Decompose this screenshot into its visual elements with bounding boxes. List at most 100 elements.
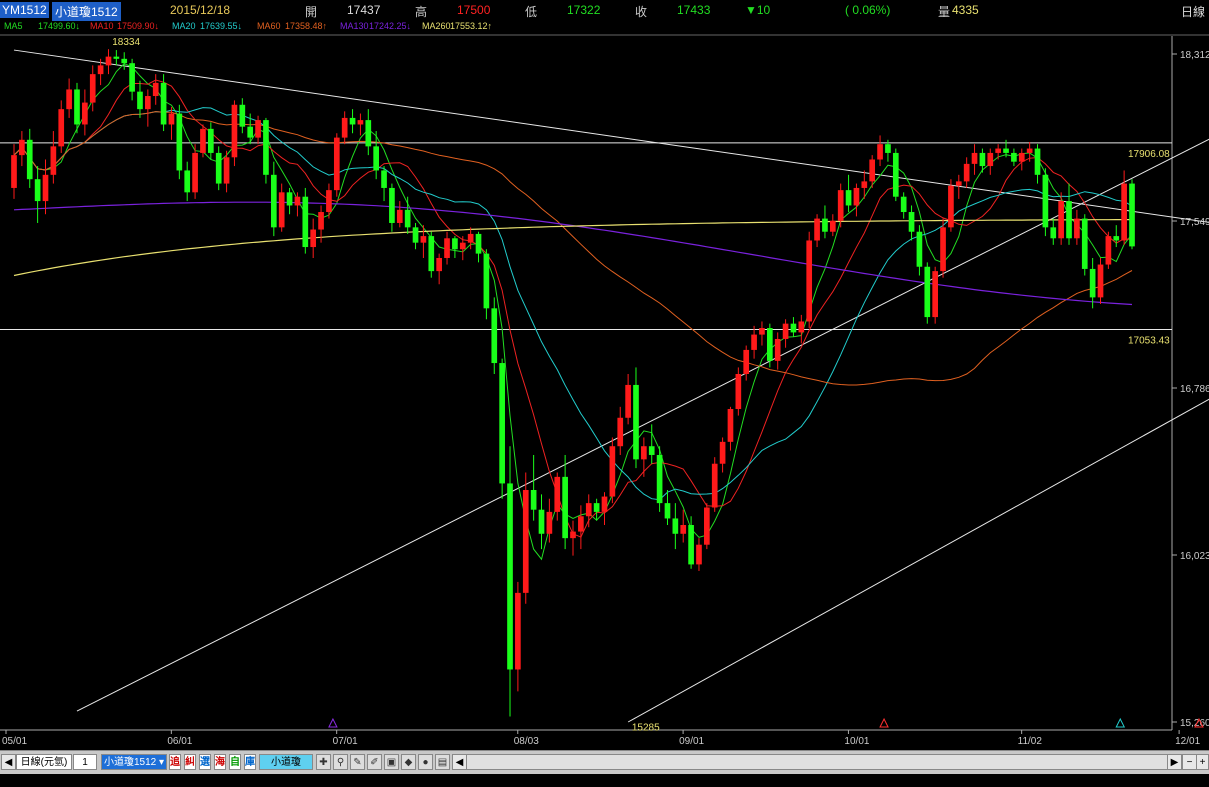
symbol-select-value: 小道瓊1512	[103, 757, 157, 768]
candle-body	[885, 144, 891, 153]
candle-body	[121, 58, 128, 64]
zoom-out-icon[interactable]: −	[1182, 754, 1197, 770]
candle-body	[688, 525, 694, 565]
symbol-tab[interactable]: 小道瓊1512	[259, 754, 313, 784]
scroll-left-icon[interactable]: ◀	[452, 754, 467, 770]
candle-body	[522, 489, 529, 593]
scroll-left-icon[interactable]: ◀	[1, 754, 16, 770]
candle-body	[562, 476, 568, 539]
droplet-icon[interactable]: ●	[418, 754, 433, 770]
period-select[interactable]: 日線(元氫) ▾	[16, 754, 72, 784]
price-annotation: 17053.43	[1128, 335, 1170, 346]
candle-body	[255, 120, 261, 138]
candle-body	[711, 463, 718, 508]
x-tick-label: 10/01	[844, 736, 869, 747]
candle-body	[389, 187, 395, 223]
tab-zhui[interactable]: 追	[169, 754, 181, 770]
scroll-track[interactable]	[452, 754, 1182, 770]
signal-marker-icon	[1115, 717, 1126, 728]
candle-body	[168, 113, 175, 125]
candle-body	[908, 212, 915, 232]
ma60-label: MA60	[257, 21, 281, 31]
candle-body	[1003, 148, 1009, 153]
candle-body	[790, 323, 797, 333]
candle-body	[837, 190, 844, 221]
candle-body	[924, 266, 931, 318]
candle-body	[436, 257, 442, 272]
price-annotation: 18334	[112, 37, 140, 48]
tab-zi[interactable]: 自	[229, 754, 241, 770]
candle-body	[152, 82, 159, 97]
symbol-select[interactable]: 小道瓊1512 ▾	[101, 754, 167, 770]
tab-hai[interactable]: 海	[214, 754, 226, 770]
diamond-icon[interactable]: ◆	[401, 754, 416, 770]
symbol-name[interactable]: 小道瓊1512	[52, 2, 121, 21]
candle-body	[160, 82, 167, 125]
candle-body	[341, 117, 348, 138]
count-stepper[interactable]: 1	[73, 754, 97, 770]
candle-body	[318, 212, 324, 230]
zoom-in-icon[interactable]: +	[1196, 754, 1209, 770]
price-annotation: 15285	[632, 723, 660, 734]
pencil-icon[interactable]: ✐	[367, 754, 382, 770]
candle-body	[916, 231, 923, 267]
tab-jiu[interactable]: 糾	[184, 754, 196, 770]
open-label: 開	[305, 5, 318, 19]
candle-body	[113, 56, 120, 59]
candle-body	[1011, 152, 1017, 162]
candle-body	[979, 152, 986, 167]
candle-body	[176, 113, 183, 171]
y-tick-label: 16,023	[1180, 551, 1209, 562]
candle-body	[58, 109, 65, 147]
candle-body	[995, 148, 1001, 153]
candle-body	[1129, 183, 1135, 247]
candle-body	[97, 65, 104, 75]
candle-body	[278, 192, 285, 228]
printer-icon[interactable]: ▤	[435, 754, 450, 770]
candle-body	[192, 152, 198, 193]
candle-body	[971, 152, 978, 164]
low-label: 低	[525, 5, 538, 19]
candle-body	[239, 104, 246, 127]
candle-body	[145, 96, 151, 110]
candle-body	[231, 104, 238, 158]
candle-body	[349, 117, 356, 125]
pencil-icon[interactable]: ✎	[350, 754, 365, 770]
ma5-label: MA5	[4, 21, 23, 31]
candle-body	[105, 56, 112, 66]
ma130-label: MA130	[340, 21, 369, 31]
x-tick-label: 05/01	[2, 736, 27, 747]
candle-body	[420, 236, 427, 243]
close-label: 收	[635, 5, 648, 19]
candle-body	[759, 328, 765, 335]
ma260-label: MA260	[422, 21, 451, 31]
candle-body	[735, 373, 742, 410]
candle-body	[1050, 227, 1057, 239]
ma20-label: MA20	[172, 21, 196, 31]
zoom-icon[interactable]: ⚲	[333, 754, 348, 770]
change-percent: ( 0.06%)	[845, 3, 891, 17]
x-tick-label: 11/02	[1018, 736, 1043, 747]
candle-body	[774, 338, 781, 361]
tab-ku[interactable]: 庫	[244, 754, 256, 770]
scroll-right-icon[interactable]: ▶	[1167, 754, 1182, 770]
crosshair-icon[interactable]: ✚	[316, 754, 331, 770]
candle-body	[1066, 201, 1072, 239]
candle-body	[333, 137, 340, 191]
candle-body	[459, 242, 466, 250]
candle-body	[66, 89, 72, 110]
candle-body	[247, 126, 254, 138]
candle-body	[475, 233, 482, 254]
candle-body	[680, 525, 687, 534]
symbol-code[interactable]: YM1512	[0, 2, 49, 18]
open-value: 17437	[347, 3, 381, 17]
candle-body	[601, 496, 608, 512]
square-icon[interactable]: ▣	[384, 754, 399, 770]
candle-body	[617, 417, 624, 447]
candle-body	[491, 308, 498, 364]
volume-label: 量	[938, 5, 951, 19]
candle-body	[200, 128, 206, 153]
tab-xuan[interactable]: 選	[199, 754, 211, 770]
candle-body	[932, 271, 939, 318]
ma260-value: 17553.12↑	[450, 21, 493, 31]
